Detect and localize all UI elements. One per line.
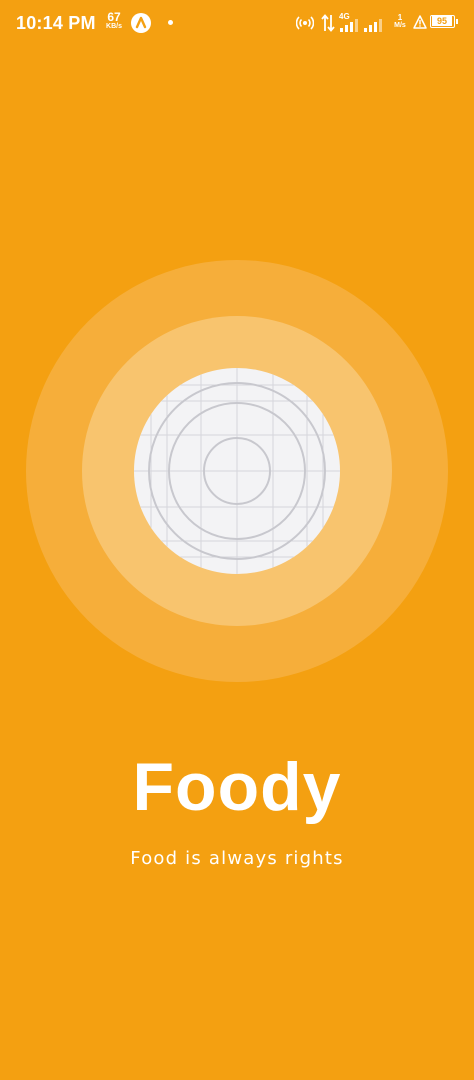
app-tagline: Food is always rights [130,848,344,869]
data-rate-value: 1 [397,13,403,22]
signal-icon [364,19,382,32]
network-speed-value: 67 [107,10,121,24]
signal-4g-icon [340,19,358,32]
data-rate-unit: M/s [394,22,406,29]
network-speed-unit: KB/s [106,23,122,30]
image-placeholder [134,368,340,574]
status-time: 10:14 PM [16,13,96,33]
hotspot-icon [296,16,314,30]
image-placeholder-icon [134,368,340,574]
notification-dot-icon [168,20,173,25]
app-title: Foody [132,749,342,825]
alert-icon [413,15,427,29]
battery-level: 95 [432,16,452,26]
status-bar: 10:14 PM 67 KB/s 4G 1 M/s 95 [0,0,474,48]
battery-tip [456,19,458,24]
splash-illustration [26,260,448,682]
battery-icon: 95 [430,15,458,28]
data-rate: 1 M/s [390,13,410,30]
data-transfer-icon [321,14,335,32]
app-icon [131,13,151,33]
network-speed: 67 KB/s [102,11,126,30]
